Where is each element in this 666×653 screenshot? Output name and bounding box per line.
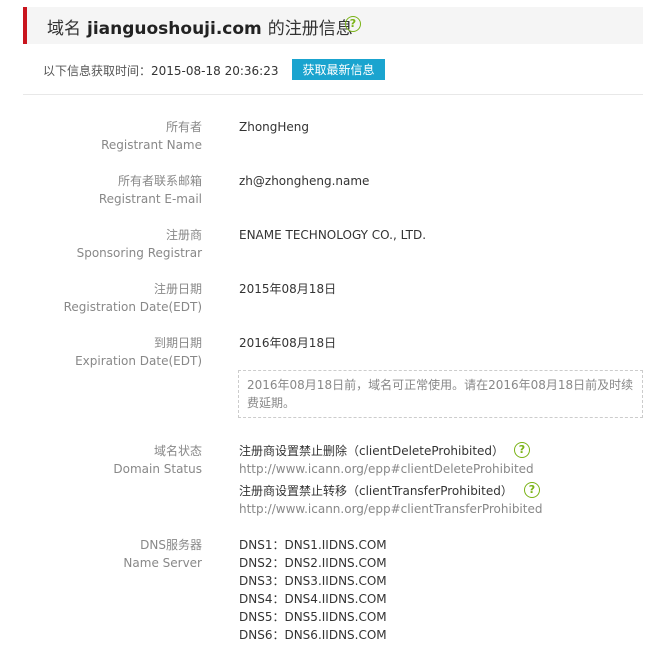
status-text: 注册商设置禁止转移（clientTransferProhibited）	[239, 484, 513, 498]
fetch-time-label: 以下信息获取时间：	[43, 64, 152, 78]
page-title-bar: 域名 jianguoshouji.com 的注册信息 ?	[23, 7, 643, 44]
label-en: Registrant Name	[101, 138, 202, 152]
registrant-email-value: zh@zhongheng.name	[239, 174, 370, 188]
registration-date-label: 注册日期 Registration Date(EDT)	[64, 280, 202, 316]
label-en: Registrant E-mail	[98, 192, 202, 206]
dns-item: DNS5：DNS5.IIDNS.COM	[239, 610, 387, 624]
registrar-value: ENAME TECHNOLOGY CO., LTD.	[239, 228, 427, 242]
dns-list: DNS1：DNS1.IIDNS.COM DNS2：DNS2.IIDNS.COM …	[239, 536, 387, 644]
label-en: Domain Status	[113, 462, 202, 476]
label-cn: 域名状态	[153, 444, 202, 458]
dns-label: DNS服务器 Name Server	[123, 536, 202, 572]
dns-item: DNS3：DNS3.IIDNS.COM	[239, 574, 387, 588]
label-cn: 到期日期	[153, 336, 202, 350]
help-icon[interactable]: ?	[345, 16, 361, 32]
title-prefix: 域名	[47, 19, 81, 39]
label-cn: 所有者联系邮箱	[117, 174, 202, 188]
registrar-label: 注册商 Sponsoring Registrar	[77, 226, 202, 262]
title-domain: jianguoshouji.com	[87, 19, 262, 39]
label-cn: 注册商	[165, 228, 202, 242]
dns-item: DNS1：DNS1.IIDNS.COM	[239, 538, 387, 552]
divider	[23, 94, 643, 95]
fetch-time-value: 2015-08-18 20:36:23	[151, 64, 279, 78]
expiration-date-label: 到期日期 Expiration Date(EDT)	[75, 334, 202, 370]
status-url: http://www.icann.org/epp#clientDeletePro…	[239, 462, 534, 476]
dns-item: DNS2：DNS2.IIDNS.COM	[239, 556, 387, 570]
title-suffix: 的注册信息	[267, 19, 353, 39]
label-en: Registration Date(EDT)	[63, 300, 202, 314]
fetch-time-row: 以下信息获取时间：2015-08-18 20:36:23	[43, 62, 278, 79]
help-icon[interactable]: ?	[514, 442, 530, 458]
label-en: Expiration Date(EDT)	[75, 354, 202, 368]
status-text: 注册商设置禁止删除（clientDeleteProhibited）	[239, 444, 505, 458]
domain-status-item: 注册商设置禁止删除（clientDeleteProhibited） http:/…	[239, 442, 534, 478]
page-title: 域名 jianguoshouji.com 的注册信息	[47, 14, 353, 39]
label-en: Name Server	[123, 556, 202, 570]
refresh-info-button[interactable]: 获取最新信息	[292, 59, 385, 80]
status-url: http://www.icann.org/epp#clientTransferP…	[239, 502, 543, 516]
label-en: Sponsoring Registrar	[76, 246, 202, 260]
domain-status-item: 注册商设置禁止转移（clientTransferProhibited） http…	[239, 482, 542, 518]
help-icon[interactable]: ?	[524, 482, 540, 498]
registration-date-value: 2015年08月18日	[239, 282, 337, 296]
registrant-name-label: 所有者 Registrant Name	[101, 118, 202, 154]
registrant-email-label: 所有者联系邮箱 Registrant E-mail	[99, 172, 202, 208]
label-cn: 注册日期	[153, 282, 202, 296]
renewal-notice: 2016年08月18日前，域名可正常使用。请在2016年08月18日前及时续费延…	[238, 370, 643, 418]
dns-item: DNS4：DNS4.IIDNS.COM	[239, 592, 387, 606]
domain-status-label: 域名状态 Domain Status	[113, 442, 202, 478]
registrant-name-value: ZhongHeng	[239, 120, 310, 134]
dns-item: DNS6：DNS6.IIDNS.COM	[239, 628, 387, 642]
label-cn: 所有者	[165, 120, 202, 134]
expiration-date-value: 2016年08月18日	[239, 336, 337, 350]
label-cn: DNS服务器	[140, 538, 202, 552]
